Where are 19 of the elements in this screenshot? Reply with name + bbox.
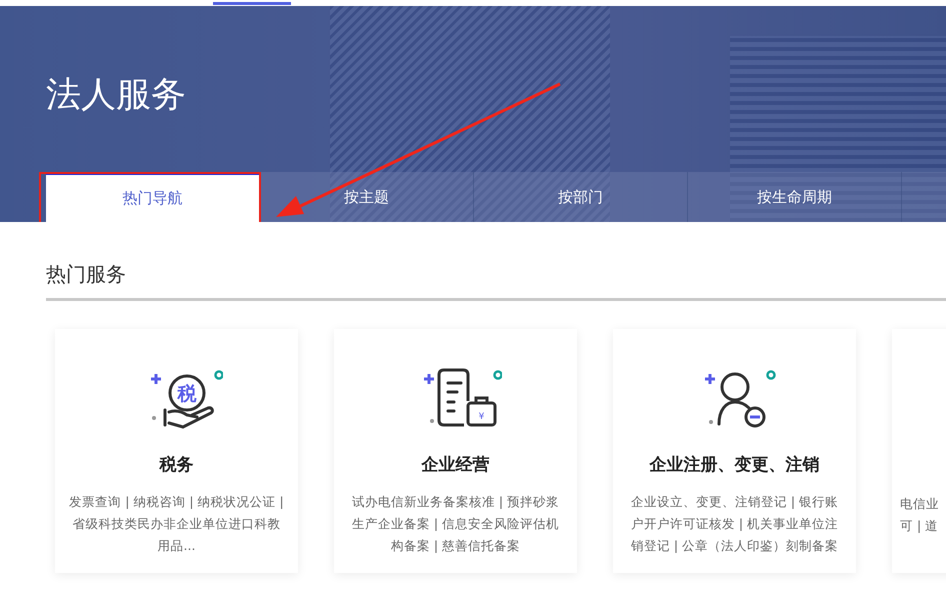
- tab-strip: [902, 172, 946, 222]
- service-card[interactable]: 企业注册、变更、注销 企业设立、变更、注销登记 | 银行账户开户许可证核发 | 机关事业单位注销登记 | 公章（法人印鉴）刻制备案: [613, 329, 856, 573]
- service-card[interactable]: 税 税务 发票查询 | 纳税咨询 | 纳税状况公证 | 省级科技类民办非企业单位进口科教用品...: [55, 329, 298, 573]
- service-card[interactable]: 电信业 可 | 道: [892, 329, 946, 573]
- card-description: 试办电信新业务备案核准 | 预拌砂浆生产企业备案 | 信息安全风险评估机构备案 | 慈善信托备案: [350, 493, 560, 555]
- section-title: 热门服务: [46, 222, 946, 301]
- nav-tab[interactable]: 热门导航: [46, 172, 260, 222]
- card-description: 电信业: [900, 495, 939, 513]
- card-title: 企业经营: [422, 454, 490, 477]
- nav-tab[interactable]: 按部门: [474, 172, 688, 222]
- card-description: 企业设立、变更、注销登记 | 银行账户开户许可证核发 | 机关事业单位注销登记 | 公章（法人印鉴）刻制备案: [630, 493, 840, 555]
- service-card[interactable]: ¥ 企业经营 试办电信新业务备案核准 | 预拌砂浆生产企业备案 | 信息安全风险评估机构备案 | 慈善信托备案: [334, 329, 577, 573]
- card-description: 发票查询 | 纳税咨询 | 纳税状况公证 | 省级科技类民办非企业单位进口科教用品...: [69, 493, 284, 555]
- nav-tab[interactable]: 按生命周期: [688, 172, 902, 222]
- card-title: 税务: [160, 454, 194, 477]
- nav-tab[interactable]: 按主题: [260, 172, 474, 222]
- page-title: 法人服务: [46, 74, 186, 117]
- card-description: 可 | 道: [900, 517, 939, 535]
- card-title: 企业注册、变更、注销: [650, 454, 820, 477]
